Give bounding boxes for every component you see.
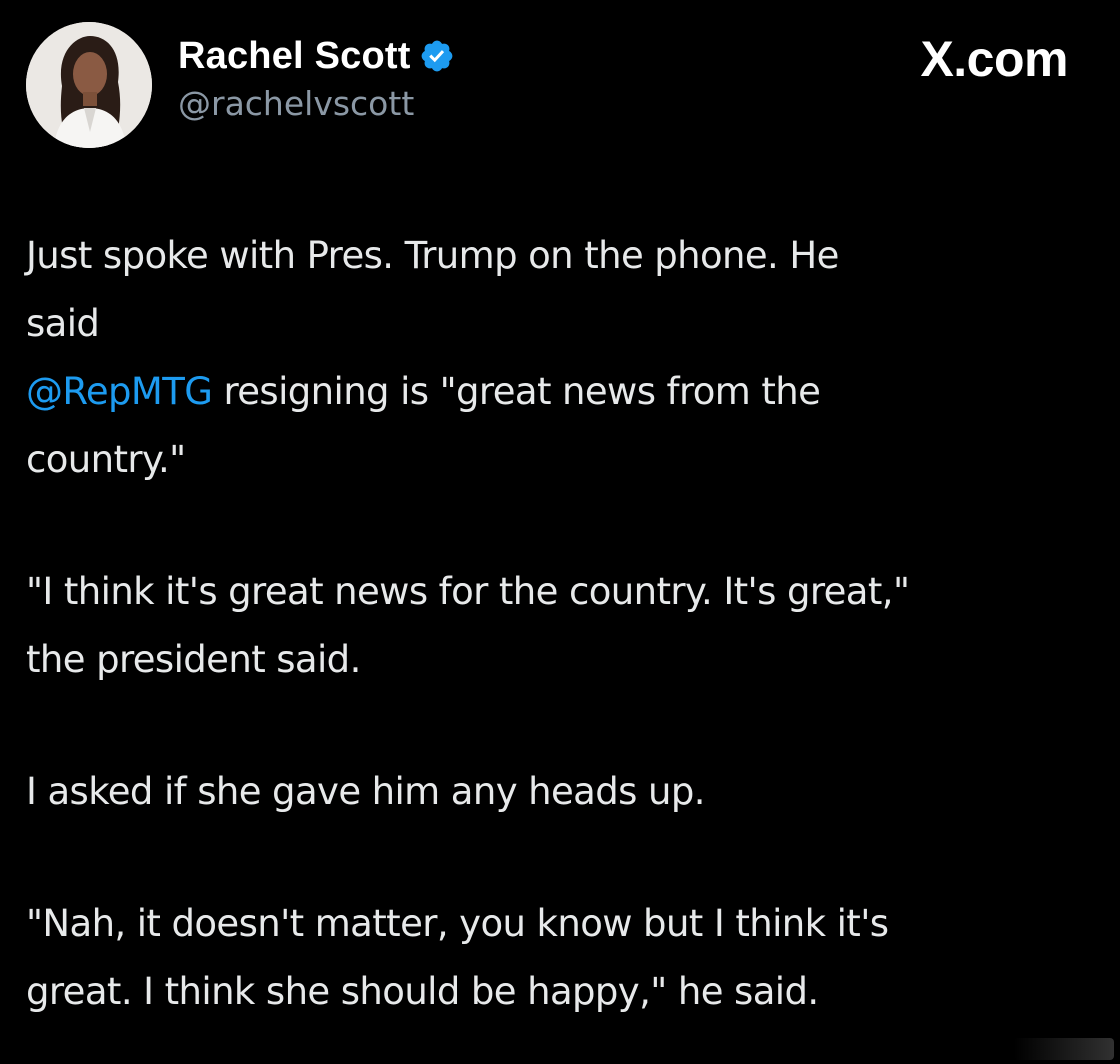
tweet-line: great. I think she should be happy," he … bbox=[26, 970, 819, 1013]
tweet-line: "I think it's great news for the country… bbox=[26, 570, 910, 613]
tweet-line: Just spoke with Pres. Trump on the phone… bbox=[26, 234, 839, 277]
tweet-line: said bbox=[26, 302, 100, 345]
tweet-line: "Nah, it doesn't matter, you know but I … bbox=[26, 902, 889, 945]
tweet-card: Rachel Scott @rachelvscott X.com Just sp… bbox=[0, 0, 1120, 1064]
x-logo: X.com bbox=[920, 31, 1068, 87]
author-name[interactable]: Rachel Scott bbox=[178, 35, 411, 78]
verified-badge-icon bbox=[419, 38, 455, 74]
tweet-line-rest: resigning is "great news from the bbox=[212, 370, 821, 413]
avatar-image bbox=[26, 22, 152, 148]
tweet-line: @RepMTG resigning is "great news from th… bbox=[26, 358, 1086, 426]
mention-link[interactable]: @RepMTG bbox=[26, 370, 213, 413]
tweet-line: I asked if she gave him any heads up. bbox=[26, 770, 705, 813]
avatar[interactable] bbox=[26, 22, 152, 148]
tweet-text: Just spoke with Pres. Trump on the phone… bbox=[26, 222, 1086, 1026]
author-handle[interactable]: @rachelvscott bbox=[178, 84, 414, 123]
tweet-line: the president said. bbox=[26, 638, 361, 681]
watermark bbox=[1014, 1038, 1114, 1060]
author-name-row: Rachel Scott bbox=[178, 30, 455, 82]
tweet-line: country." bbox=[26, 438, 186, 481]
